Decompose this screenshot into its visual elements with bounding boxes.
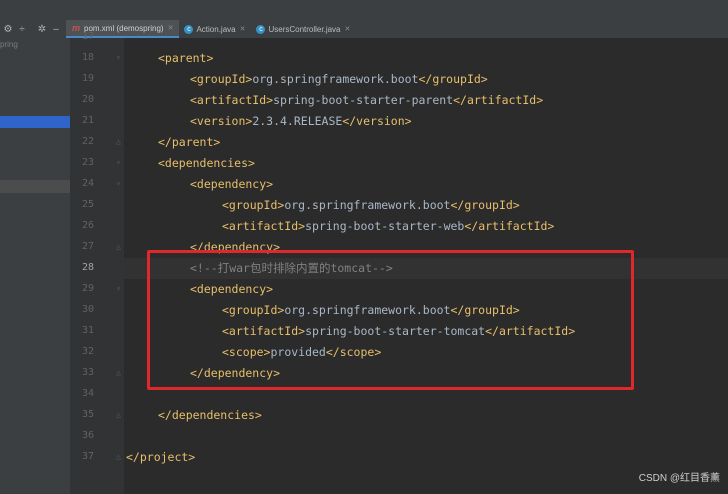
java-class-icon: c — [184, 24, 194, 34]
minimize-icon[interactable]: – — [50, 24, 62, 35]
line-number: 21 — [81, 115, 94, 126]
code-line-21: <version>2.3.4.RELEASE</version> — [190, 114, 412, 128]
title-bar: ⚙ ÷ ✲ – m pom.xml (demospring) ✕ c Actio… — [0, 0, 728, 38]
line-number: 36 — [81, 430, 94, 441]
line-number: 22 — [81, 136, 94, 147]
line-gutter: 17 18 19 20 21 22 23 24 25 26 27 28 29 3… — [70, 31, 124, 494]
code-line-24: <dependency> — [190, 177, 274, 191]
tab-label: Action.java — [196, 24, 236, 34]
line-number: 24 — [81, 178, 94, 189]
code-line-35: </dependencies> — [158, 408, 262, 422]
code-line-19: <groupId>org.springframework.boot</group… — [190, 72, 488, 86]
settings-icon[interactable]: ⚙ — [2, 24, 14, 35]
code-line-37: </project> — [126, 450, 196, 464]
code-line-25: <groupId>org.springframework.boot</group… — [222, 198, 520, 212]
close-icon[interactable]: ✕ — [345, 25, 351, 33]
fold-marker-icon[interactable]: ▿ — [116, 48, 122, 69]
fold-marker-icon[interactable]: △ — [116, 363, 122, 384]
tab-userscontroller-java[interactable]: c UsersController.java ✕ — [251, 20, 356, 38]
line-number: 34 — [81, 388, 94, 399]
code-line-22: </parent> — [158, 135, 221, 149]
line-number: 29 — [81, 283, 94, 294]
line-number: 31 — [81, 325, 94, 336]
project-tree-row[interactable] — [0, 180, 70, 193]
close-icon[interactable]: ✕ — [240, 25, 246, 33]
annotation-highlight-box — [147, 250, 634, 390]
line-number: 33 — [81, 367, 94, 378]
tab-action-java[interactable]: c Action.java ✕ — [179, 20, 251, 38]
line-number: 23 — [81, 157, 94, 168]
fold-marker-icon[interactable]: △ — [116, 237, 122, 258]
line-number: 27 — [81, 241, 94, 252]
fold-marker-icon[interactable]: △ — [116, 132, 122, 153]
tab-label: pom.xml (demospring) — [84, 23, 164, 33]
project-tree-selected-row[interactable] — [0, 116, 70, 128]
line-number: 30 — [81, 304, 94, 315]
fold-marker-icon[interactable]: ▿ — [116, 174, 122, 195]
split-icon[interactable]: ÷ — [16, 24, 28, 35]
line-number: 35 — [81, 409, 94, 420]
project-panel[interactable]: pring — [0, 38, 70, 494]
fold-marker-icon[interactable]: ▿ — [116, 279, 122, 300]
close-icon[interactable]: ✕ — [168, 24, 174, 32]
java-class-icon: c — [256, 24, 266, 34]
tab-row: ⚙ ÷ ✲ – m pom.xml (demospring) ✕ c Actio… — [0, 20, 728, 38]
line-number: 32 — [81, 346, 94, 357]
line-number: 20 — [81, 94, 94, 105]
code-line-26: <artifactId>spring-boot-starter-web</art… — [222, 219, 555, 233]
tab-label: UsersController.java — [268, 24, 341, 34]
project-tree-label: pring — [0, 40, 18, 49]
line-number: 18 — [81, 52, 94, 63]
code-line-23: <dependencies> — [158, 156, 255, 170]
fold-marker-icon[interactable]: △ — [116, 405, 122, 426]
fold-marker-icon[interactable]: △ — [116, 447, 122, 468]
code-line-18: <parent> — [158, 51, 214, 65]
watermark: CSDN @红目香薰 — [638, 473, 720, 484]
line-number-current: 28 — [81, 262, 94, 273]
fold-marker-icon[interactable]: ▿ — [116, 153, 122, 174]
line-number: 17 — [81, 31, 94, 42]
code-line-20: <artifactId>spring-boot-starter-parent</… — [190, 93, 544, 107]
gear-icon[interactable]: ✲ — [36, 24, 48, 35]
line-number: 37 — [81, 451, 94, 462]
line-number: 26 — [81, 220, 94, 231]
line-number: 25 — [81, 199, 94, 210]
line-number: 19 — [81, 73, 94, 84]
